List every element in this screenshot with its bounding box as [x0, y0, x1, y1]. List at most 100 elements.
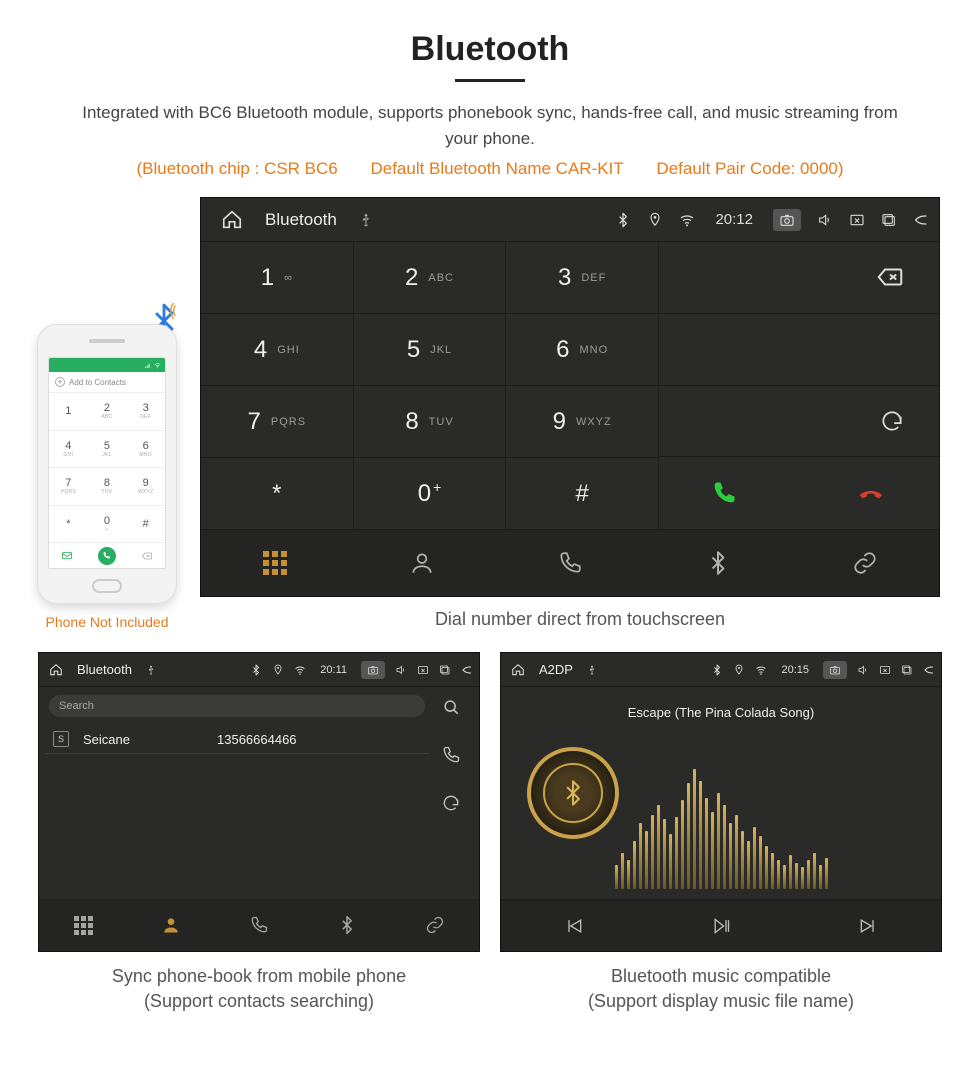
bluetooth-icon	[711, 664, 723, 676]
hangup-button[interactable]	[858, 480, 888, 506]
key-0[interactable]: 0+	[354, 458, 507, 530]
key-#[interactable]: #	[506, 458, 659, 530]
bluetooth-icon	[250, 664, 262, 676]
phonebook-tabs	[39, 899, 479, 951]
message-icon	[61, 550, 73, 562]
sync-button[interactable]	[659, 386, 939, 458]
volume-icon[interactable]	[857, 664, 869, 676]
screenshot-button[interactable]	[773, 209, 801, 231]
key-2[interactable]: 2ABC	[354, 242, 507, 314]
dialer-tabs	[201, 530, 939, 596]
spec-line: (Bluetooth chip : CSR BC6 Default Blueto…	[20, 159, 960, 179]
title-underline	[455, 79, 525, 82]
phone-bottom-actions	[49, 542, 165, 568]
screenshot-button[interactable]	[361, 661, 385, 679]
music-topbar: A2DP 20:15	[501, 653, 941, 687]
tab-bluetooth[interactable]	[319, 897, 375, 953]
volume-icon[interactable]	[395, 664, 407, 676]
recents-icon[interactable]	[901, 664, 913, 676]
track-title: Escape (The Pina Colada Song)	[501, 705, 941, 720]
dialer-topbar: Bluetooth 20:12	[201, 198, 939, 242]
phonebook-side-actions	[429, 695, 473, 891]
volume-icon[interactable]	[817, 212, 833, 228]
home-icon[interactable]	[511, 663, 525, 677]
wifi-icon	[679, 212, 695, 228]
music-screen: A2DP 20:15 Escape (The Pina Colada Song)	[500, 652, 942, 952]
back-icon[interactable]	[913, 212, 929, 228]
page-title: Bluetooth	[20, 30, 960, 69]
key-3[interactable]: 3DEF	[506, 242, 659, 314]
close-window-icon[interactable]	[417, 664, 429, 676]
contact-initial: S	[53, 731, 69, 747]
backspace-button[interactable]	[659, 242, 939, 314]
wifi-icon	[755, 664, 767, 676]
back-icon[interactable]	[461, 664, 473, 676]
contact-number: 13566664466	[217, 732, 297, 747]
phonebook-topbar: Bluetooth 20:11	[39, 653, 479, 687]
location-icon	[272, 664, 284, 676]
key-5[interactable]: 5JKL	[354, 314, 507, 386]
dialer-screen: Bluetooth 20:12 1∞2ABC3DEF 4GHI5JKL6MNO 7P…	[200, 197, 940, 597]
tab-bluetooth[interactable]	[690, 535, 746, 591]
tab-pair[interactable]	[837, 535, 893, 591]
phone-caption: Phone Not Included	[46, 614, 169, 630]
tab-calls[interactable]	[542, 535, 598, 591]
call-button[interactable]	[710, 479, 738, 507]
key-1[interactable]: 1∞	[201, 242, 354, 314]
music-caption: Bluetooth music compatible (Support disp…	[500, 964, 942, 1014]
close-window-icon[interactable]	[849, 212, 865, 228]
location-icon	[733, 664, 745, 676]
back-icon[interactable]	[923, 664, 935, 676]
bluetooth-icon	[615, 212, 631, 228]
key-8[interactable]: 8TUV	[354, 386, 507, 458]
music-controls	[501, 899, 941, 951]
tab-keypad[interactable]	[55, 897, 111, 953]
contact-row[interactable]: S Seicane 13566664466	[45, 725, 429, 754]
tab-pair[interactable]	[407, 897, 463, 953]
call-icon[interactable]	[441, 745, 461, 765]
key-9[interactable]: 9WXYZ	[506, 386, 659, 458]
key-*[interactable]: *	[201, 458, 354, 530]
clock: 20:11	[320, 664, 347, 676]
recents-icon[interactable]	[439, 664, 451, 676]
tab-contacts[interactable]	[143, 897, 199, 953]
tab-calls[interactable]	[231, 897, 287, 953]
bluetooth-music-icon	[559, 779, 587, 807]
phone-keypad: 12ABC3DEF4GHI5JKL6MNO7PQRS8TUV9WXYZ*0+#	[49, 392, 165, 542]
tab-keypad[interactable]	[247, 535, 303, 591]
backspace-icon	[141, 550, 153, 562]
music-title: A2DP	[539, 662, 573, 677]
phonebook-screen: Bluetooth 20:11 Search	[38, 652, 480, 952]
search-input[interactable]: Search	[49, 695, 425, 717]
clock: 20:12	[715, 211, 753, 228]
spec-name: Default Bluetooth Name CAR-KIT	[370, 159, 623, 178]
screenshot-button[interactable]	[823, 661, 847, 679]
close-window-icon[interactable]	[879, 664, 891, 676]
sync-icon[interactable]	[441, 793, 461, 813]
page-subtitle: Integrated with BC6 Bluetooth module, su…	[80, 100, 900, 151]
phone-statusbar	[49, 358, 165, 372]
key-7[interactable]: 7PQRS	[201, 386, 354, 458]
phone-call-button	[98, 547, 116, 565]
prev-button[interactable]	[564, 916, 584, 936]
phone-mockup: +Add to Contacts 12ABC3DEF4GHI5JKL6MNO7P…	[32, 324, 182, 630]
home-icon[interactable]	[49, 663, 63, 677]
key-6[interactable]: 6MNO	[506, 314, 659, 386]
key-4[interactable]: 4GHI	[201, 314, 354, 386]
home-icon[interactable]	[221, 209, 243, 231]
next-button[interactable]	[858, 916, 878, 936]
location-icon	[647, 212, 663, 228]
usb-icon	[587, 665, 597, 675]
search-icon[interactable]	[441, 697, 461, 717]
usb-icon	[146, 665, 156, 675]
dialer-caption: Dial number direct from touchscreen	[200, 609, 960, 630]
play-pause-button[interactable]	[711, 916, 731, 936]
spec-chip: (Bluetooth chip : CSR BC6	[136, 159, 337, 178]
dialer-title: Bluetooth	[265, 210, 337, 230]
tab-contacts[interactable]	[394, 535, 450, 591]
phonebook-caption: Sync phone-book from mobile phone (Suppo…	[38, 964, 480, 1014]
dialer-keypad: 1∞2ABC3DEF 4GHI5JKL6MNO 7PQRS8TUV9WXYZ *0+#	[201, 242, 659, 530]
recents-icon[interactable]	[881, 212, 897, 228]
empty-cell	[659, 314, 939, 386]
album-art	[527, 747, 619, 839]
